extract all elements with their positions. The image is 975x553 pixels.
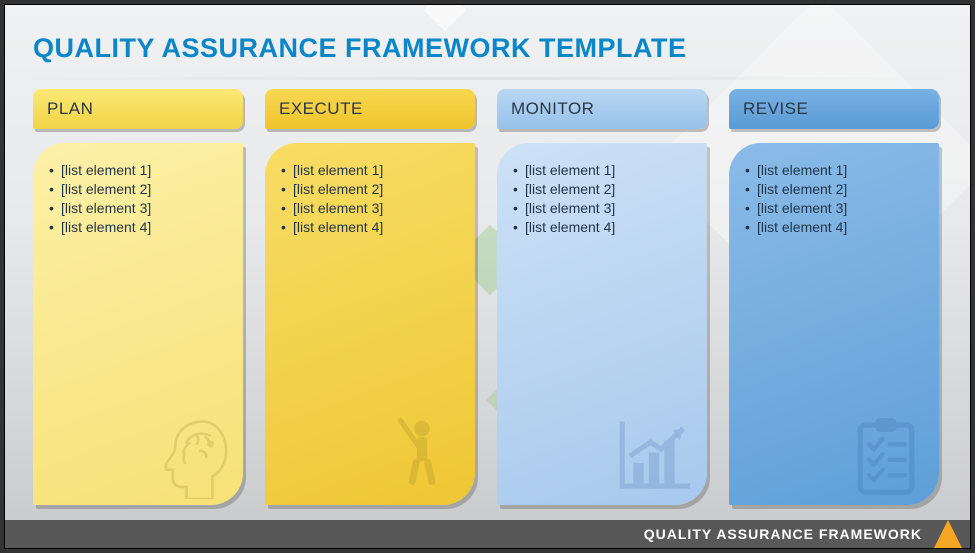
column-body-plan: [list element 1] [list element 2] [list …	[33, 143, 243, 505]
footer-text: QUALITY ASSURANCE FRAMEWORK	[644, 526, 922, 542]
list-item: [list element 1]	[745, 161, 925, 180]
slide-frame: QUALITY ASSURANCE FRAMEWORK TEMPLATE PLA…	[4, 4, 971, 549]
column-body-revise: [list element 1] [list element 2] [list …	[729, 143, 939, 505]
brain-head-icon	[147, 413, 233, 499]
list-item: [list element 1]	[281, 161, 461, 180]
list-item: [list element 4]	[513, 218, 693, 237]
column-body-execute: [list element 1] [list element 2] [list …	[265, 143, 475, 505]
list-item: [list element 4]	[745, 218, 925, 237]
list-item: [list element 3]	[49, 199, 229, 218]
list-item: [list element 2]	[513, 180, 693, 199]
column-execute: EXECUTE [list element 1] [list element 2…	[265, 89, 475, 505]
list-item: [list element 4]	[281, 218, 461, 237]
column-monitor: MONITOR [list element 1] [list element 2…	[497, 89, 707, 505]
list-item: [list element 3]	[513, 199, 693, 218]
list-item: [list element 3]	[745, 199, 925, 218]
column-header-revise: REVISE	[729, 89, 939, 129]
footer-accent-icon	[934, 520, 962, 548]
page-title: QUALITY ASSURANCE FRAMEWORK TEMPLATE	[33, 33, 687, 64]
column-header-execute: EXECUTE	[265, 89, 475, 129]
column-header-monitor: MONITOR	[497, 89, 707, 129]
column-header-plan: PLAN	[33, 89, 243, 129]
column-body-monitor: [list element 1] [list element 2] [list …	[497, 143, 707, 505]
column-group: PLAN [list element 1] [list element 2] […	[33, 89, 945, 505]
divider	[5, 77, 970, 80]
column-revise: REVISE [list element 1] [list element 2]…	[729, 89, 939, 505]
footer-bar: QUALITY ASSURANCE FRAMEWORK	[5, 520, 970, 548]
clipboard-check-icon	[843, 413, 929, 499]
list-item: [list element 2]	[49, 180, 229, 199]
batter-icon	[379, 413, 465, 499]
list-item: [list element 4]	[49, 218, 229, 237]
column-plan: PLAN [list element 1] [list element 2] […	[33, 89, 243, 505]
list-item: [list element 3]	[281, 199, 461, 218]
chart-up-icon	[611, 413, 697, 499]
list-item: [list element 2]	[281, 180, 461, 199]
bg-shape	[424, 4, 466, 31]
list-item: [list element 1]	[513, 161, 693, 180]
list-item: [list element 1]	[49, 161, 229, 180]
list-item: [list element 2]	[745, 180, 925, 199]
